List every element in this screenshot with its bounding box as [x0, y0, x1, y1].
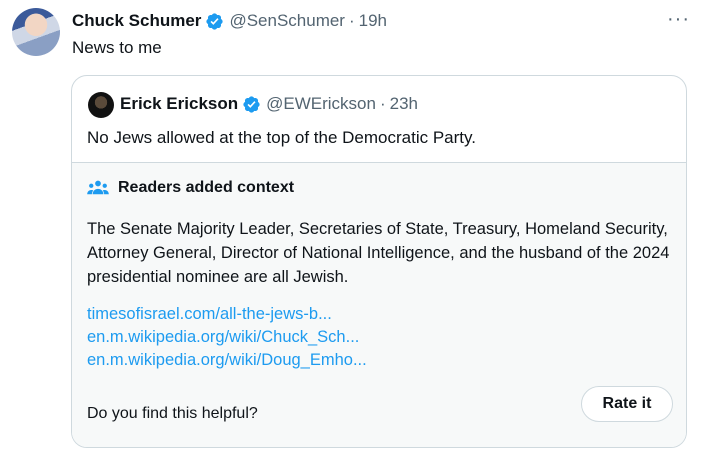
rate-it-button[interactable]: Rate it — [581, 386, 673, 422]
quoted-author-name[interactable]: Erick Erickson — [120, 94, 238, 114]
quoted-tweet[interactable]: Erick Erickson @EWErickson · 23h No Jews… — [71, 75, 687, 448]
helpful-prompt: Do you find this helpful? — [87, 405, 258, 422]
community-note-links: timesofisrael.com/all-the-jews-b... en.m… — [87, 303, 367, 372]
tweet-timestamp[interactable]: 19h — [359, 11, 387, 31]
people-icon — [87, 180, 109, 195]
tweet-header: Chuck Schumer @SenSchumer · 19h — [72, 11, 387, 31]
header-separator: · — [348, 11, 355, 30]
quoted-timestamp[interactable]: 23h — [390, 94, 418, 114]
source-link[interactable]: timesofisrael.com/all-the-jews-b... — [87, 303, 367, 326]
author-avatar[interactable] — [12, 8, 60, 56]
more-icon[interactable]: ··· — [667, 8, 690, 31]
quoted-author-handle[interactable]: @EWErickson — [266, 94, 376, 114]
source-link[interactable]: en.m.wikipedia.org/wiki/Chuck_Sch... — [87, 326, 367, 349]
author-name[interactable]: Chuck Schumer — [72, 11, 201, 31]
quoted-tweet-text: No Jews allowed at the top of the Democr… — [87, 128, 476, 147]
source-link[interactable]: en.m.wikipedia.org/wiki/Doug_Emho... — [87, 349, 367, 372]
verified-badge-icon — [206, 12, 224, 30]
tweet-text: News to me — [72, 38, 162, 57]
community-note-title: Readers added context — [118, 179, 295, 196]
quoted-tweet-header: Erick Erickson @EWErickson · 23h — [120, 94, 418, 114]
community-note-header: Readers added context — [87, 179, 294, 197]
quoted-header-separator: · — [379, 94, 386, 113]
verified-badge-icon — [243, 95, 260, 113]
community-note: Readers added context The Senate Majorit… — [72, 162, 686, 447]
quoted-author-avatar[interactable] — [88, 92, 114, 118]
author-handle[interactable]: @SenSchumer — [229, 11, 345, 31]
community-note-body: The Senate Majority Leader, Secretaries … — [87, 220, 670, 286]
